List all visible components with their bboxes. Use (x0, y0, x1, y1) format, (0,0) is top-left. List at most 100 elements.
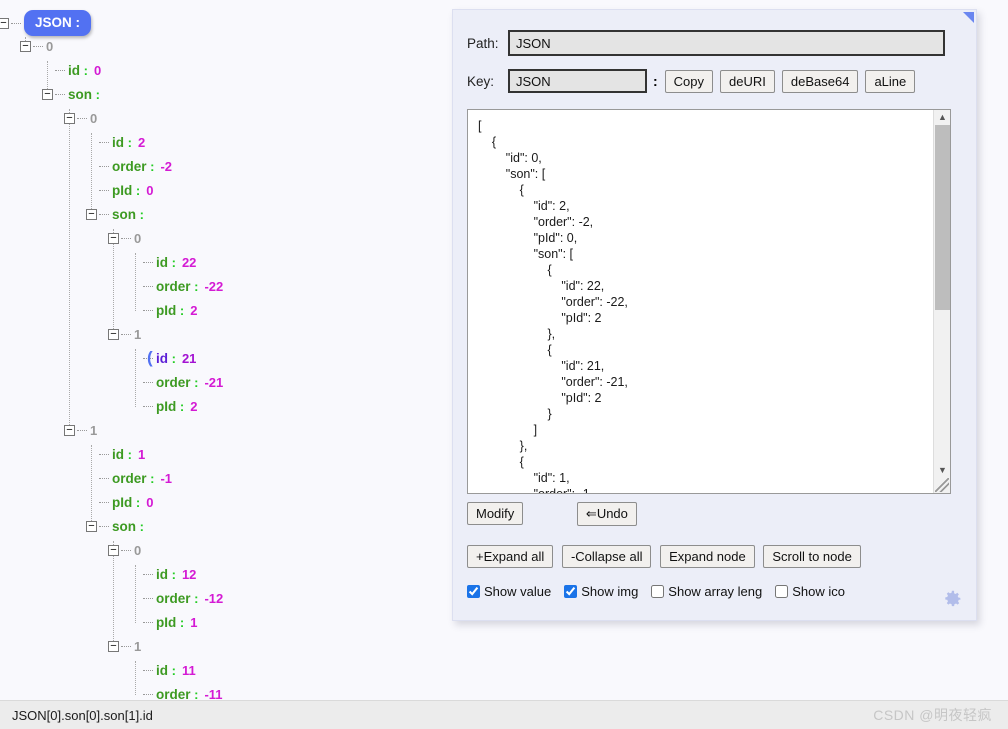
tree-node[interactable]: order : -1 (86, 467, 172, 491)
tree-node[interactable]: id :11 (130, 659, 196, 683)
tree-toggle-icon[interactable]: − (86, 209, 97, 221)
scrollbar-thumb[interactable] (935, 125, 950, 310)
json-editor-panel: Path: Key: : Copy deURI deBase64 aLine [… (452, 9, 977, 621)
show-ico-checkbox-label[interactable]: Show ico (775, 584, 845, 599)
tree-value[interactable]: 2 (190, 303, 197, 318)
tree-node[interactable]: pId :0 (86, 179, 153, 203)
tree-value[interactable]: 0 (146, 183, 153, 198)
tree-toggle-icon[interactable]: − (108, 641, 119, 653)
tree-node[interactable]: −0 (108, 539, 141, 563)
tree-node[interactable]: − son : (42, 83, 100, 107)
tree-root-badge[interactable]: JSON : (24, 10, 92, 36)
tree-node[interactable]: id :1 (86, 443, 145, 467)
scroll-up-arrow-icon[interactable]: ▲ (934, 110, 950, 125)
tree-dot-connector (99, 166, 109, 168)
expand-all-button[interactable]: +Expand all (467, 545, 554, 568)
deuri-button[interactable]: deURI (720, 69, 775, 93)
show-img-checkbox[interactable] (564, 585, 578, 598)
show-img-checkbox-text: Show img (581, 584, 639, 599)
tree-key: id (156, 351, 168, 366)
tree-toggle-icon[interactable]: − (64, 425, 75, 437)
tree-node[interactable]: −1 (108, 323, 141, 347)
modify-button[interactable]: Modify (467, 502, 524, 525)
tree-node[interactable]: − son : (86, 515, 144, 539)
debase64-button[interactable]: deBase64 (781, 69, 859, 93)
tree-node[interactable]: pId :2 (130, 299, 197, 323)
undo-button[interactable]: ⇐Undo (576, 502, 637, 526)
tree-node[interactable]: id :22 (130, 251, 196, 275)
tree-node[interactable]: order : -11 (130, 683, 223, 700)
tree-dot-connector (99, 502, 109, 504)
tree-array-index: 0 (46, 39, 54, 54)
collapse-corner-icon[interactable] (963, 12, 974, 23)
tree-node[interactable]: (id :21 (130, 347, 196, 371)
tree-dot-connector (143, 694, 153, 696)
tree-toggle-icon[interactable]: − (108, 233, 119, 245)
tree-value[interactable]: 2 (138, 135, 145, 150)
tree-toggle-icon[interactable]: − (20, 41, 31, 53)
selection-marker-icon: ( (147, 348, 153, 367)
expand-node-button[interactable]: Expand node (660, 545, 755, 568)
scroll-to-node-button[interactable]: Scroll to node (763, 545, 861, 568)
tree-toggle-icon[interactable]: − (0, 18, 9, 30)
tree-value[interactable]: -1 (160, 471, 172, 486)
path-input[interactable] (508, 30, 945, 56)
tree-value[interactable]: 0 (94, 63, 101, 78)
tree-node[interactable]: id :12 (130, 563, 196, 587)
tree-node[interactable]: pId :1 (130, 611, 197, 635)
tree-node[interactable]: −1 (108, 635, 141, 659)
show-value-checkbox[interactable] (467, 585, 480, 598)
tree-node[interactable]: order : -2 (86, 155, 172, 179)
tree-node[interactable]: id :0 (42, 59, 101, 83)
tree-value[interactable]: 11 (182, 663, 196, 678)
tree-value[interactable]: -22 (204, 279, 223, 294)
tree-value[interactable]: 2 (190, 399, 197, 414)
tree-node[interactable]: −0 (64, 107, 97, 131)
tree-array-index: 1 (134, 639, 142, 654)
tree-node[interactable]: − son : (86, 203, 144, 227)
tree-toggle-icon[interactable]: − (64, 113, 75, 125)
tree-toggle-icon[interactable]: − (42, 89, 53, 101)
resize-grip-icon[interactable] (935, 478, 949, 492)
show-value-checkbox-label[interactable]: Show value (467, 584, 551, 599)
tree-node[interactable]: pId :0 (86, 491, 153, 515)
watermark-text: CSDN @明夜轻疯 (873, 707, 992, 723)
collapse-all-button[interactable]: -Collapse all (561, 545, 652, 568)
json-textarea-scrollbar[interactable]: ▲ ▼ (933, 110, 950, 493)
tree-connector-line (69, 109, 70, 431)
tree-value[interactable]: 12 (182, 567, 196, 582)
show-ico-checkbox[interactable] (775, 585, 789, 598)
tree-node[interactable]: order : -22 (130, 275, 223, 299)
tree-value[interactable]: -12 (204, 591, 223, 606)
tree-node[interactable]: order : -12 (130, 587, 223, 611)
copy-button[interactable]: Copy (664, 69, 714, 93)
tree-toggle-icon[interactable]: − (108, 545, 119, 557)
tree-value[interactable]: 1 (190, 615, 197, 630)
show-array-leng-checkbox-label[interactable]: Show array leng (651, 584, 762, 599)
tree-node[interactable]: −1 (64, 419, 97, 443)
show-array-leng-checkbox[interactable] (651, 585, 665, 598)
tree-value[interactable]: 21 (182, 351, 196, 366)
tree-colon: : (176, 399, 185, 414)
tree-root-node[interactable]: − JSON : (0, 10, 92, 36)
tree-node[interactable]: id :2 (86, 131, 145, 155)
tree-node[interactable]: pId :2 (130, 395, 197, 419)
tree-key: pId (156, 303, 177, 318)
tree-value[interactable]: 0 (146, 495, 153, 510)
json-textarea[interactable]: [ { "id": 0, "son": [ { "id": 2, "order"… (468, 110, 932, 493)
tree-value[interactable]: 1 (138, 447, 145, 462)
tree-value[interactable]: -21 (204, 375, 223, 390)
key-input[interactable] (508, 69, 647, 93)
gear-icon[interactable] (942, 588, 964, 610)
scroll-down-arrow-icon[interactable]: ▼ (934, 463, 950, 478)
aline-button[interactable]: aLine (865, 69, 916, 93)
tree-value[interactable]: -11 (204, 687, 222, 700)
show-img-checkbox-label[interactable]: Show img (564, 584, 638, 599)
tree-node[interactable]: order : -21 (130, 371, 223, 395)
tree-value[interactable]: 22 (182, 255, 196, 270)
tree-value[interactable]: -2 (160, 159, 172, 174)
tree-node[interactable]: −0 (108, 227, 141, 251)
tree-toggle-icon[interactable]: − (108, 329, 119, 341)
tree-toggle-icon[interactable]: − (86, 521, 97, 533)
tree-node[interactable]: −0 (20, 35, 53, 59)
